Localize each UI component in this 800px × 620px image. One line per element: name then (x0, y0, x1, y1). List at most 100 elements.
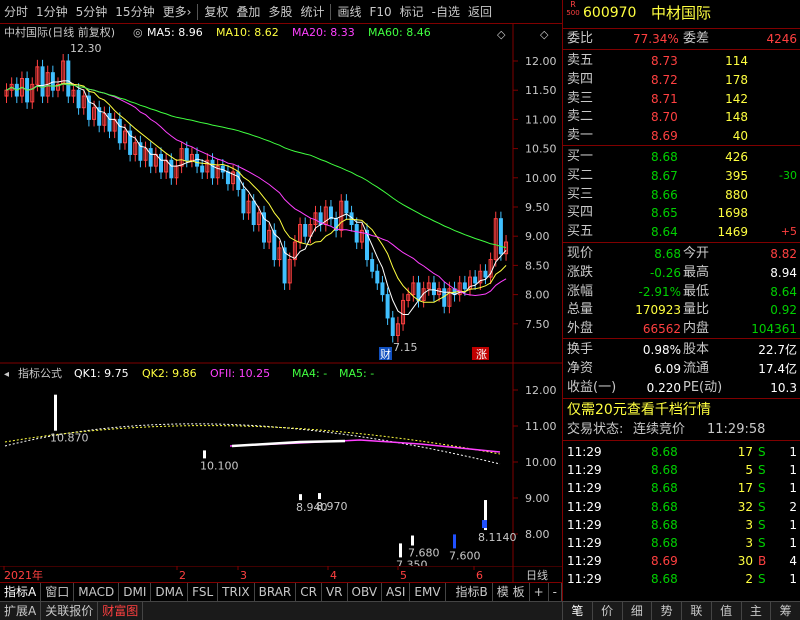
tab-10[interactable]: OBV (348, 583, 383, 601)
tab-12[interactable]: EMV (410, 583, 446, 601)
bid-row: 买二 8.67 395 -30 (563, 167, 800, 185)
tab-5[interactable]: FSL (188, 583, 219, 601)
indicator-title[interactable]: 指标公式 (18, 366, 62, 380)
quote-tab-6[interactable]: 主 (740, 602, 771, 620)
tick-count: 1 (789, 517, 797, 532)
quote-tab-1[interactable]: 价 (591, 602, 622, 620)
status-item-2[interactable]: 财富图 (98, 602, 144, 620)
bid-row: 买一 8.68 426 (563, 148, 800, 166)
toolbar-item-13[interactable]: 返回 (464, 0, 496, 24)
tab-13[interactable]: 指标B (452, 583, 493, 601)
toolbar-item-7[interactable]: 多股 (264, 0, 296, 24)
quote-tab-0[interactable]: 笔 (562, 602, 592, 620)
indicator-label: QK1: 9.75 (74, 367, 129, 380)
toolbar-item-0[interactable]: 分时 (0, 0, 32, 24)
divider (197, 3, 199, 20)
tick-volume: 30 (737, 554, 753, 569)
stat-value: 22.7亿 (758, 343, 797, 357)
toolbar-item-1[interactable]: 1分钟 (32, 0, 72, 24)
bid-row: 买四 8.65 1698 (563, 204, 800, 222)
status-item-0[interactable]: 扩展A (0, 602, 42, 620)
status-item-1[interactable]: 关联报价 (41, 602, 99, 620)
candle (344, 200, 349, 214)
toolbar-item-10[interactable]: F10 (365, 0, 395, 24)
candle (390, 317, 395, 336)
tick-side: S (758, 481, 766, 496)
indicator-bar (411, 535, 414, 546)
candle (50, 72, 55, 91)
stat-value: 8.68 (654, 247, 681, 261)
trade-state-label: 交易状态: (567, 422, 624, 437)
stat-label: 换手 (567, 342, 594, 357)
ask-row: 卖四 8.72 178 (563, 71, 800, 89)
tab-14[interactable]: 模 板 (493, 583, 530, 601)
indicator-chart[interactable]: 12.0011.0010.009.008.00 10.87010.1008.94… (0, 364, 562, 570)
period-label[interactable]: 日线 (526, 568, 548, 582)
bid-change: -30 (779, 168, 797, 182)
candle (200, 165, 205, 173)
tick-price: 8.68 (651, 499, 678, 514)
weibi-label: 委比 (567, 31, 594, 46)
kline-chart[interactable]: 12.00 11.50 11.00 10.50 10.00 9.50 9.00 8.50 8.0… (0, 24, 562, 364)
candle (195, 153, 200, 167)
stat-label: 股本 (683, 342, 710, 357)
toolbar-item-3[interactable]: 15分钟 (111, 0, 158, 24)
tick-time: 11:29 (567, 481, 602, 496)
tick-row: 11:29 8.68 3 S 1 (563, 534, 800, 552)
price-tick: 8.50 (525, 259, 550, 272)
tab-6[interactable]: TRIX (218, 583, 255, 601)
tick-row: 11:29 8.68 2 S 1 (563, 570, 800, 588)
tab-3[interactable]: DMI (119, 583, 152, 601)
stat-value: 8.64 (770, 284, 797, 299)
quote-tab-4[interactable]: 联 (681, 602, 711, 620)
candle (375, 270, 380, 284)
stat-label: 最低 (683, 283, 710, 299)
indicator-tick: 12.00 (525, 384, 557, 397)
tab-4[interactable]: DMA (151, 583, 189, 601)
tick-volume: 2 (745, 572, 753, 587)
settings-icon[interactable]: ◇ (497, 28, 506, 41)
stock-code: 600970 (583, 5, 637, 21)
toolbar-item-2[interactable]: 5分钟 (72, 0, 112, 24)
toolbar-item-4[interactable]: 更多› (159, 0, 196, 24)
bid-price: 8.67 (651, 168, 678, 183)
promo-link[interactable]: 仅需20元查看千档行情 (567, 401, 711, 419)
stat-value: 0.92 (770, 303, 797, 318)
toolbar-item-5[interactable]: 复权 (200, 0, 232, 24)
quote-tab-5[interactable]: 值 (710, 602, 741, 620)
expand-icon[interactable]: ◇ (540, 28, 549, 41)
toolbar-item-6[interactable]: 叠加 (232, 0, 264, 24)
toolbar-item-9[interactable]: 画线 (333, 0, 365, 24)
tab-2[interactable]: MACD (74, 583, 120, 601)
toolbar-item-11[interactable]: 标记 (396, 0, 428, 24)
toolbar-item-12[interactable]: -自选 (428, 0, 464, 24)
indicator-label: MA4: - (292, 367, 327, 380)
bid-label: 买四 (567, 205, 594, 221)
quote-tab-2[interactable]: 细 (621, 602, 652, 620)
stat-row: 现价 8.68 今开 8.82 (563, 245, 800, 263)
candle (431, 282, 436, 296)
limit-tag[interactable]: 涨 (476, 348, 487, 361)
stat-value: 8.82 (770, 247, 797, 261)
finance-tag[interactable]: 财 (380, 347, 391, 361)
stat-label: 最高 (683, 264, 710, 280)
quote-tab-7[interactable]: 筹 (770, 602, 800, 620)
tab-9[interactable]: VR (322, 583, 348, 601)
toolbar-item-8[interactable]: 统计 (296, 0, 328, 24)
indicator-tick: 11.00 (525, 420, 557, 433)
tick-price: 8.68 (651, 481, 678, 496)
quote-tab-3[interactable]: 势 (651, 602, 681, 620)
tab-7[interactable]: BRAR (255, 583, 297, 601)
tab-1[interactable]: 窗口 (41, 583, 75, 601)
tab-0[interactable]: 指标A (0, 583, 42, 601)
tab-11[interactable]: ASI (382, 583, 411, 601)
tick-side: S (758, 572, 766, 587)
candle (184, 148, 189, 161)
price-tick: 11.50 (525, 84, 557, 97)
stat-label: 净资 (567, 360, 594, 376)
tab-8[interactable]: CR (296, 583, 322, 601)
tab-15[interactable]: + (530, 583, 549, 601)
tick-row: 11:29 8.68 5 S 1 (563, 461, 800, 479)
menu-arrow-icon[interactable]: ◂ (4, 369, 9, 380)
tab-16[interactable]: - (549, 583, 562, 601)
